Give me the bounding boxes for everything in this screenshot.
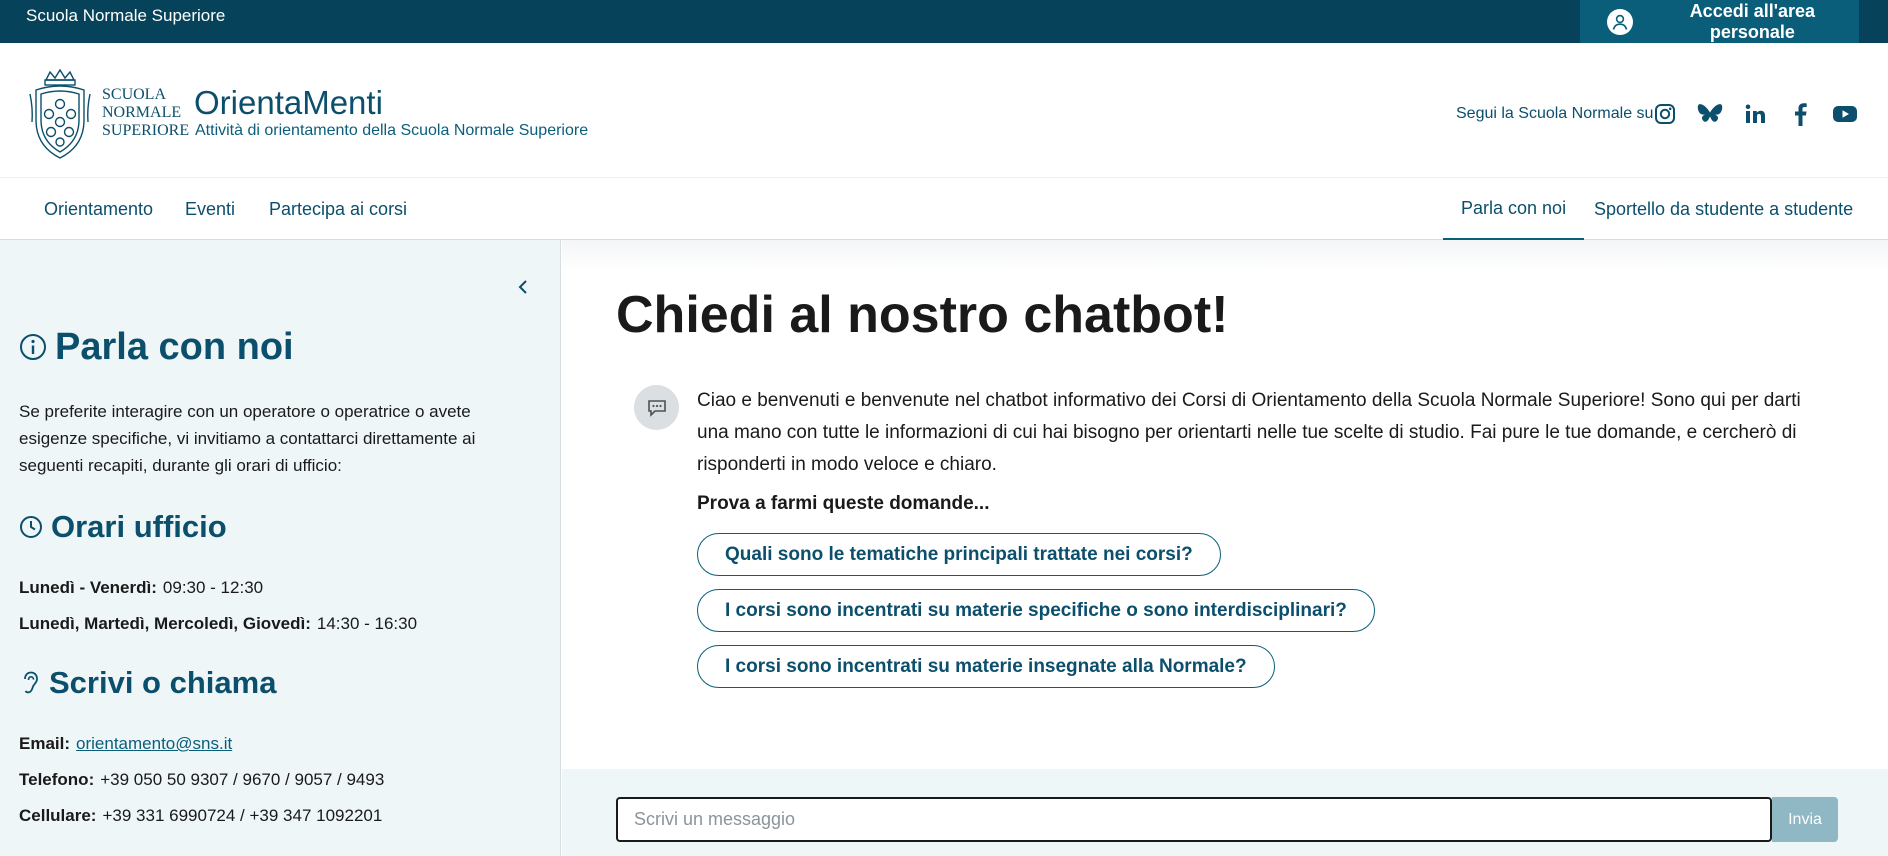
collapse-sidebar-button[interactable]	[512, 276, 534, 298]
bluesky-icon[interactable]	[1697, 101, 1723, 127]
user-icon	[1607, 8, 1633, 35]
chatbot-welcome-message: Ciao e benvenuti e benvenute nel chatbot…	[697, 390, 1801, 475]
contact-row-email: Email: orientamento@sns.it	[19, 733, 232, 755]
suggestion-button[interactable]: I corsi sono incentrati su materie speci…	[697, 589, 1375, 632]
sidebar-title-text: Parla con noi	[55, 326, 294, 368]
email-link[interactable]: orientamento@sns.it	[76, 734, 232, 753]
contact-heading: Scrivi o chiama	[19, 665, 276, 701]
site-title[interactable]: OrientaMenti	[194, 84, 383, 122]
contact-label: Email:	[19, 734, 71, 753]
suggestion-button[interactable]: Quali sono le tematiche principali tratt…	[697, 533, 1221, 576]
nav-item-parla-con-noi[interactable]: Parla con noi	[1443, 178, 1585, 241]
login-label: Accedi all'area personale	[1689, 0, 1816, 42]
social-label: Segui la Scuola Normale su	[1456, 105, 1654, 122]
hours-label: Lunedì - Venerdì:	[19, 578, 157, 597]
info-icon	[19, 333, 47, 361]
seal-line: SCUOLA	[102, 86, 167, 103]
nav-item-sportello[interactable]: Sportello da studente a studente	[1594, 178, 1853, 241]
hours-value: 14:30 - 16:30	[316, 614, 418, 633]
hours-row: Lunedì, Martedì, Mercoledì, Giovedì: 14:3…	[19, 613, 417, 635]
login-button[interactable]: Accedi all'area personale	[1580, 0, 1859, 43]
clock-icon	[19, 515, 43, 539]
contact-label: Telefono:	[19, 770, 95, 789]
seal-line: SUPERIORE	[102, 122, 190, 139]
contact-row-phone: Telefono: +39 050 50 9307 / 9670 / 9057 /…	[19, 769, 384, 791]
contact-label: Cellulare:	[19, 806, 97, 825]
mobile-value[interactable]: +39 331 6990724 / +39 347 1092201	[102, 806, 382, 825]
nav-item-partecipa-ai-corsi[interactable]: Partecipa ai corsi	[269, 178, 407, 241]
sidebar-title: Parla con noi	[19, 325, 294, 369]
nav-item-orientamento[interactable]: Orientamento	[44, 178, 153, 241]
message-input[interactable]	[616, 797, 1772, 842]
suggestions-prompt: Prova a farmi queste domande...	[697, 493, 990, 514]
seal-wordmark: SCUOLA NORMALE SUPERIORE	[102, 86, 189, 140]
contact-row-mobile: Cellulare: +39 331 6990724 / +39 347 1092…	[19, 805, 382, 827]
hours-heading: Orari ufficio	[19, 509, 227, 545]
hours-label: Lunedì, Martedì, Mercoledì, Giovedì:	[19, 614, 311, 633]
ear-icon	[19, 670, 41, 696]
youtube-icon[interactable]	[1832, 101, 1858, 127]
chatbot-avatar	[634, 385, 679, 430]
facebook-icon[interactable]	[1787, 101, 1813, 127]
send-button[interactable]: Invia	[1772, 797, 1838, 842]
suggestion-button[interactable]: I corsi sono incentrati su materie inseg…	[697, 645, 1275, 688]
hours-heading-text: Orari ufficio	[51, 509, 227, 544]
sns-seal-logo[interactable]	[26, 68, 94, 160]
hours-value: 09:30 - 12:30	[162, 578, 264, 597]
sidebar-intro: Se preferite interagire con un operatore…	[19, 402, 476, 475]
seal-line: NORMALE	[102, 104, 182, 121]
chat-bubble-icon	[647, 399, 666, 417]
institution-name[interactable]: Scuola Normale Superiore	[26, 6, 225, 26]
instagram-icon[interactable]	[1652, 101, 1678, 127]
main-nav: Orientamento Eventi Partecipa ai corsi P…	[0, 177, 1888, 241]
linkedin-icon[interactable]	[1742, 101, 1768, 127]
chevron-left-icon	[518, 280, 527, 294]
contact-heading-text: Scrivi o chiama	[49, 665, 277, 700]
phone-value[interactable]: +39 050 50 9307 / 9670 / 9057 / 9493	[100, 770, 384, 789]
hours-row: Lunedì - Venerdì: 09:30 - 12:30	[19, 577, 263, 599]
site-subtitle: Attività di orientamento della Scuola No…	[195, 122, 589, 139]
top-bar: Scuola Normale Superiore Accedi all'area…	[0, 0, 1888, 43]
nav-item-eventi[interactable]: Eventi	[185, 178, 235, 241]
chat-title: Chiedi al nostro chatbot!	[616, 286, 1229, 344]
